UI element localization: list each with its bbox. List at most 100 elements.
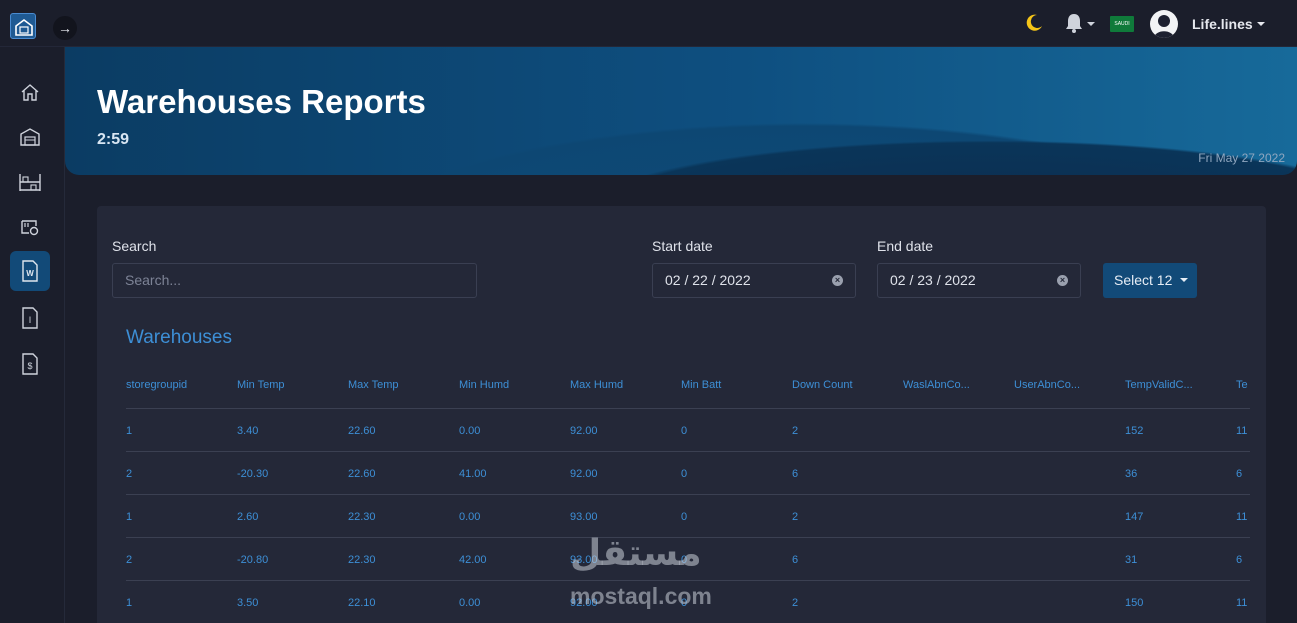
table-cell: 0.00 xyxy=(459,511,481,523)
table-cell: 0 xyxy=(681,468,688,480)
column-header[interactable]: Max Temp xyxy=(348,366,453,409)
sidebar-item-dollar-reports[interactable]: $ xyxy=(10,344,50,384)
start-date-label: Start date xyxy=(652,238,713,254)
table-cell xyxy=(903,581,978,623)
sidebar-item-warehouse[interactable] xyxy=(10,117,50,157)
column-header[interactable]: Down Count xyxy=(792,366,897,409)
search-label: Search xyxy=(112,238,157,254)
file-dollar-icon: $ xyxy=(22,353,38,375)
select-label: Select 12 xyxy=(1114,272,1173,288)
watermark-text: mostaql.com xyxy=(570,583,712,609)
file-i-icon: I xyxy=(22,307,38,329)
table-cell: 3.40 xyxy=(237,425,259,437)
column-header[interactable]: Max Humd xyxy=(570,366,675,409)
table-cell: 36 xyxy=(1125,468,1138,480)
table-cell: 152 xyxy=(1125,425,1144,437)
avatar[interactable] xyxy=(1150,10,1178,38)
clear-start-date-icon[interactable]: × xyxy=(832,275,843,286)
user-chevron-down-icon[interactable] xyxy=(1257,22,1265,26)
search-input[interactable]: Search... xyxy=(112,263,477,298)
column-header[interactable]: WaslAbnCo... xyxy=(903,366,978,409)
table-cell: 2.60 xyxy=(237,511,259,523)
username-menu[interactable]: Life.lines xyxy=(1192,16,1253,32)
sidebar-item-device-settings[interactable] xyxy=(10,207,50,247)
table-cell: 22.60 xyxy=(348,468,376,480)
table-row[interactable]: 2 -20.30 22.60 41.00 92.00 0 6 36 6 xyxy=(126,452,1250,495)
dark-mode-moon-icon[interactable] xyxy=(1022,12,1044,39)
svg-text:$: $ xyxy=(27,361,32,371)
table-cell: 92.00 xyxy=(570,468,598,480)
sidebar-toggle-arrow-icon[interactable]: → xyxy=(53,16,77,40)
table-header-row: storegroupid Min Temp Max Temp Min Humd … xyxy=(126,366,1250,409)
column-header[interactable]: Te xyxy=(1236,366,1250,409)
table-cell: -20.30 xyxy=(237,468,269,480)
table-cell: 41.00 xyxy=(459,468,487,480)
column-header[interactable]: Min Humd xyxy=(459,366,564,409)
table-title: Warehouses xyxy=(126,327,232,348)
column-header[interactable]: Min Temp xyxy=(237,366,342,409)
table-cell xyxy=(1014,495,1089,538)
end-date-value: 02 / 23 / 2022 xyxy=(890,272,976,288)
table-cell xyxy=(1014,409,1089,452)
table-cell: 11 xyxy=(1236,511,1248,523)
select-dropdown-button[interactable]: Select 12 xyxy=(1103,263,1197,298)
sidebar-item-warehouses-reports[interactable]: W xyxy=(10,251,50,291)
table-cell: 2 xyxy=(792,597,799,609)
table-cell: 6 xyxy=(1236,554,1243,566)
table-cell: 1 xyxy=(126,425,133,437)
end-date-field[interactable]: 02 / 23 / 2022 × xyxy=(877,263,1081,298)
table-cell: 6 xyxy=(792,468,799,480)
table-cell: 6 xyxy=(792,554,799,566)
language-flag-icon[interactable]: SAUDI xyxy=(1110,16,1134,32)
clear-end-date-icon[interactable]: × xyxy=(1057,275,1068,286)
file-w-icon: W xyxy=(22,260,38,282)
page-title: Warehouses Reports xyxy=(97,83,426,120)
table-cell: 93.00 xyxy=(570,511,598,523)
watermark-logo: مستقل xyxy=(570,533,702,574)
table-cell xyxy=(1014,538,1089,581)
table-cell xyxy=(903,409,978,452)
table-cell: 42.00 xyxy=(459,554,487,566)
table-cell xyxy=(903,538,978,581)
table-cell: 11 xyxy=(1236,425,1248,437)
start-date-field[interactable]: 02 / 22 / 2022 × xyxy=(652,263,856,298)
start-date-value: 02 / 22 / 2022 xyxy=(665,272,751,288)
table-cell xyxy=(903,452,978,495)
notifications-bell-icon[interactable] xyxy=(1064,12,1084,39)
shelves-icon xyxy=(19,174,41,191)
sidebar-item-i-reports[interactable]: I xyxy=(10,298,50,338)
table-cell: 2 xyxy=(792,511,799,523)
table-cell: 0.00 xyxy=(459,425,481,437)
table-row[interactable]: 1 2.60 22.30 0.00 93.00 0 2 147 11 xyxy=(126,495,1250,538)
table-cell: 150 xyxy=(1125,597,1144,609)
svg-text:I: I xyxy=(29,315,32,325)
table-cell: -20.80 xyxy=(237,554,269,566)
chevron-down-icon xyxy=(1180,278,1188,282)
home-icon xyxy=(21,84,39,101)
table-row[interactable]: 1 3.40 22.60 0.00 92.00 0 2 152 11 xyxy=(126,409,1250,452)
column-header[interactable]: Min Batt xyxy=(681,366,786,409)
table-cell xyxy=(1014,452,1089,495)
notifications-chevron-down-icon[interactable] xyxy=(1087,22,1095,26)
table-cell: 0.00 xyxy=(459,597,481,609)
column-header[interactable]: storegroupid xyxy=(126,366,231,409)
table-cell: 11 xyxy=(1236,597,1248,609)
svg-text:W: W xyxy=(26,269,34,278)
top-bar: → SAUDI Life.lines xyxy=(0,0,1297,47)
table-cell: 92.00 xyxy=(570,425,598,437)
sidebar-item-home[interactable] xyxy=(10,72,50,112)
watermark: مستقل mostaql.com xyxy=(566,533,731,613)
column-header[interactable]: TempValidC... xyxy=(1125,366,1200,409)
table-cell: 22.30 xyxy=(348,554,376,566)
page-header-banner: Warehouses Reports 2:59 Fri May 27 2022 xyxy=(65,47,1297,175)
sidebar: W I $ xyxy=(0,47,65,623)
table-cell: 1 xyxy=(126,597,133,609)
app-logo[interactable] xyxy=(10,13,36,39)
table-cell: 0 xyxy=(681,425,688,437)
table-cell xyxy=(903,495,978,538)
sidebar-item-shelves[interactable] xyxy=(10,162,50,202)
current-date: Fri May 27 2022 xyxy=(1198,151,1285,165)
table-cell: 2 xyxy=(126,468,133,480)
table-cell: 31 xyxy=(1125,554,1138,566)
column-header[interactable]: UserAbnCo... xyxy=(1014,366,1089,409)
